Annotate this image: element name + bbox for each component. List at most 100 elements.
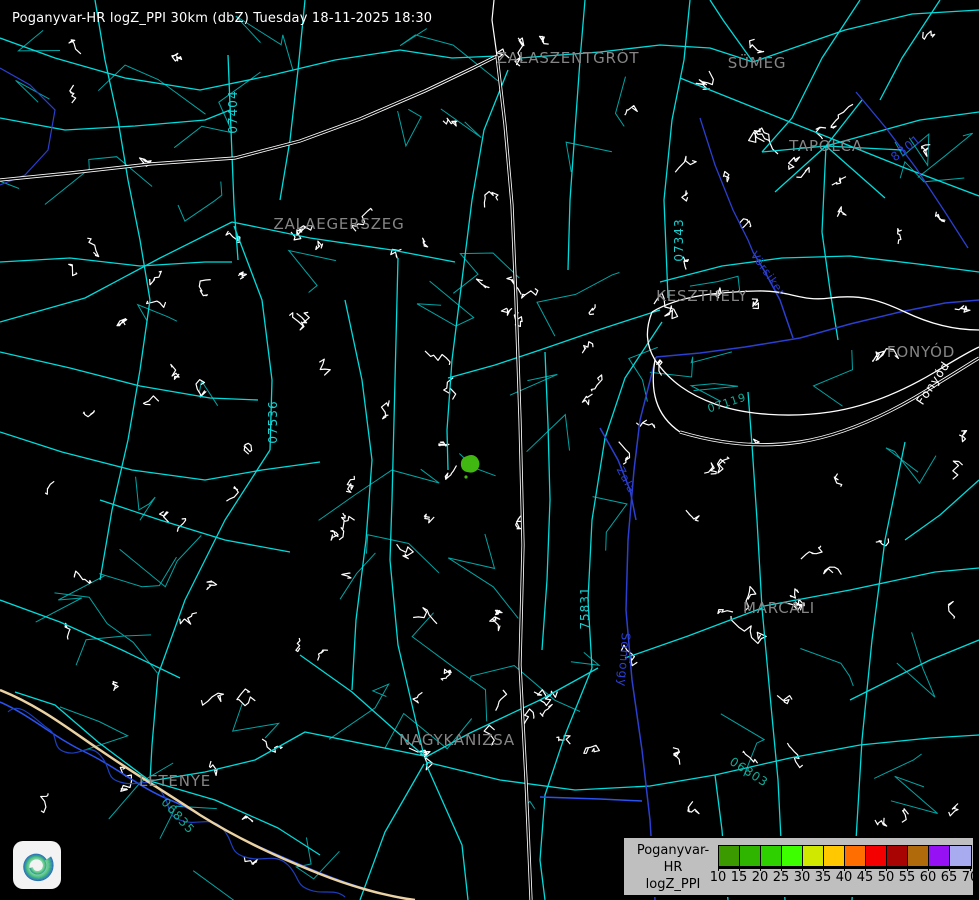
minor-road xyxy=(18,30,60,51)
village-outline xyxy=(413,692,422,703)
village-outline xyxy=(113,681,119,691)
village-outline xyxy=(496,690,507,710)
minor-road xyxy=(814,350,853,406)
village-outline xyxy=(425,351,450,365)
village-outline xyxy=(876,538,889,545)
village-outline xyxy=(673,748,680,765)
minor-road xyxy=(874,754,921,778)
minor-road xyxy=(571,652,599,665)
minor-road xyxy=(136,477,156,521)
legend-product-name: logZ_PPI xyxy=(628,876,718,893)
village-outline xyxy=(948,602,955,619)
village-outline xyxy=(476,279,489,288)
minor-road xyxy=(36,576,105,622)
village-outline xyxy=(723,172,729,182)
village-outline xyxy=(331,531,339,541)
legend-cell-40 xyxy=(845,846,866,866)
village-outline xyxy=(242,816,252,822)
village-outline xyxy=(424,514,434,523)
minor-road xyxy=(616,77,626,127)
minor-road xyxy=(448,534,518,618)
legend-unit: dbZ xyxy=(628,893,718,900)
road-label-75831: 75831 xyxy=(578,586,592,629)
village-outline xyxy=(501,308,511,315)
village-outline xyxy=(490,617,500,631)
legend-cell-35 xyxy=(824,846,845,866)
lake-balaton-layer xyxy=(647,291,979,445)
village-outline xyxy=(898,229,902,244)
legend-cell-15 xyxy=(740,846,761,866)
minor-road xyxy=(233,704,279,738)
village-outline xyxy=(199,280,210,296)
village-outline xyxy=(953,461,963,479)
minor-road xyxy=(138,305,177,322)
village-outline xyxy=(922,145,931,157)
village-outline xyxy=(171,53,181,61)
village-outline xyxy=(316,241,323,249)
village-outline xyxy=(289,313,304,330)
minor-road xyxy=(289,251,336,293)
legend-cell-60 xyxy=(929,846,950,866)
village-outline xyxy=(516,516,522,529)
legend-tick-45: 45 xyxy=(857,870,874,885)
village-outline xyxy=(589,304,595,314)
village-outline xyxy=(787,743,802,768)
radar-echo-dot xyxy=(464,475,467,478)
village-outline xyxy=(382,400,390,418)
legend-tick-15: 15 xyxy=(731,870,748,885)
village-outline xyxy=(522,289,538,299)
village-outline xyxy=(696,71,713,89)
village-outline xyxy=(959,431,966,442)
village-outline xyxy=(591,375,602,391)
country-border-layer xyxy=(0,690,415,900)
minor-road xyxy=(398,109,422,146)
village-outline xyxy=(675,156,696,172)
minor-road xyxy=(897,632,935,697)
village-outline xyxy=(441,669,451,680)
village-outline xyxy=(789,157,800,169)
village-outline xyxy=(70,85,76,103)
radar-map-stage: Poganyvar-HR logZ_PPI 30km (dbZ) Tuesday… xyxy=(0,0,979,900)
legend-tick-70: 70 xyxy=(962,870,979,885)
village-outline xyxy=(318,650,328,660)
legend-cell-20 xyxy=(761,846,782,866)
village-outline xyxy=(207,581,217,590)
village-outline xyxy=(244,443,252,454)
village-outline xyxy=(495,610,502,614)
legend-tick-55: 55 xyxy=(899,870,916,885)
minor-road xyxy=(891,776,938,813)
village-outline xyxy=(319,359,330,375)
village-outline xyxy=(540,705,552,717)
minor-road xyxy=(0,176,19,244)
minor-road xyxy=(99,557,176,587)
village-outline xyxy=(584,745,600,753)
village-outline xyxy=(74,571,91,583)
legend-tick-25: 25 xyxy=(773,870,790,885)
village-outline xyxy=(226,487,238,501)
radar-echo-layer xyxy=(461,455,480,479)
minor-road xyxy=(178,182,222,222)
village-outline xyxy=(87,238,98,256)
legend: Poganyvar-HR logZ_PPI dbZ 10152025303540… xyxy=(622,836,975,897)
village-outline xyxy=(69,40,81,54)
village-outline xyxy=(686,510,699,521)
hungaromet-spiral-logo xyxy=(13,841,61,889)
minor-road xyxy=(55,593,158,673)
legend-tick-20: 20 xyxy=(752,870,769,885)
village-outline xyxy=(69,264,77,275)
radar-echo xyxy=(461,455,480,473)
village-outline xyxy=(731,616,766,644)
village-outline xyxy=(46,481,55,494)
village-outline xyxy=(923,31,935,39)
minor-road xyxy=(98,65,205,114)
village-outline xyxy=(837,207,846,217)
minor-road xyxy=(400,29,498,81)
village-outline xyxy=(718,610,733,614)
village-outline xyxy=(346,476,354,492)
village-outline xyxy=(790,589,798,598)
major-road-layer xyxy=(0,0,531,900)
village-outline xyxy=(949,804,958,816)
legend-cell-25 xyxy=(782,846,803,866)
city-label-tapolca: TAPOLCA xyxy=(789,137,863,155)
legend-tick-35: 35 xyxy=(815,870,832,885)
